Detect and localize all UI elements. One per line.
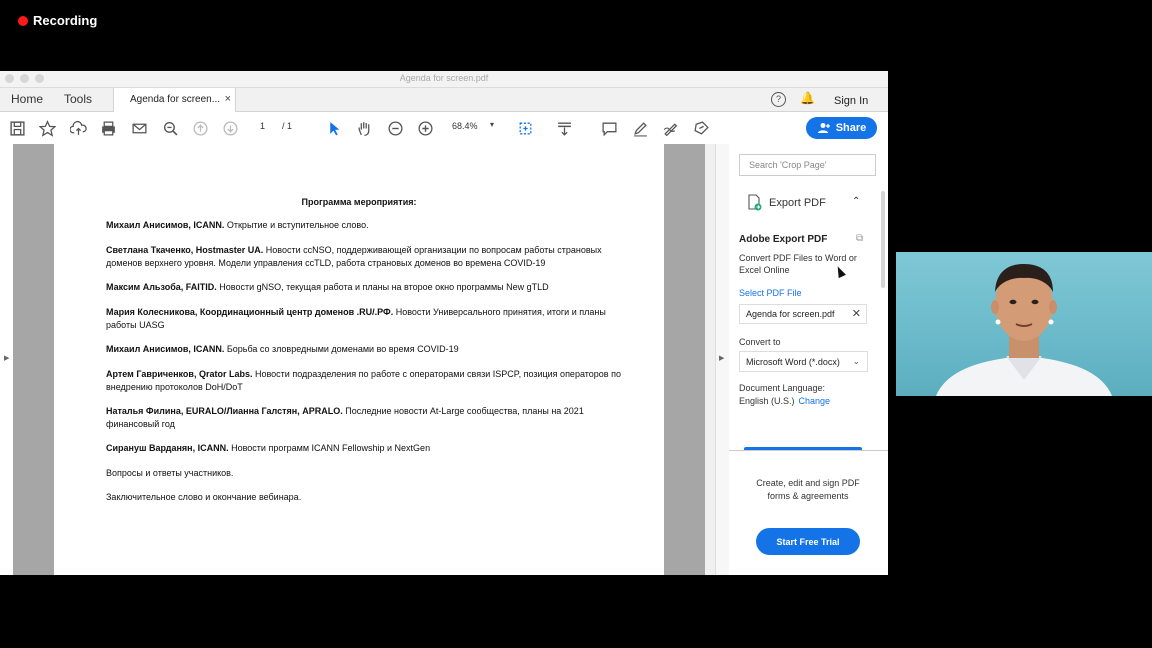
zoom-search-icon[interactable]: [161, 119, 179, 137]
tab-home[interactable]: Home: [11, 92, 43, 106]
collapse-right-arrow-icon[interactable]: ▶: [719, 354, 724, 362]
comment-icon[interactable]: [600, 119, 618, 137]
right-panel-toggle[interactable]: ▶: [715, 144, 730, 575]
tools-search-input[interactable]: Search 'Crop Page': [739, 154, 876, 176]
left-panel-toggle[interactable]: ▶: [0, 144, 14, 575]
scroll-mode-icon[interactable]: [555, 119, 573, 137]
upload-cloud-icon[interactable]: [69, 119, 87, 137]
email-icon[interactable]: [130, 119, 148, 137]
recording-indicator: Recording: [18, 13, 97, 28]
add-person-icon: [817, 123, 830, 133]
agenda-item: Заключительное слово и окончание вебинар…: [106, 492, 302, 502]
agenda-item: Сирануш Варданян, ICANN. Новости програм…: [106, 443, 431, 453]
share-button[interactable]: Share: [806, 117, 877, 139]
agenda-item: Михаил Анисимов, ICANN. Открытие и вступ…: [106, 220, 369, 230]
record-dot-icon: [18, 15, 28, 26]
tab-tools[interactable]: Tools: [64, 92, 92, 106]
document-scrollbar[interactable]: [705, 144, 715, 575]
zoom-out-icon[interactable]: [386, 119, 404, 137]
agenda-item: Артем Гавриченков, Qrator Labs. Новости …: [106, 369, 621, 392]
next-page-icon[interactable]: [221, 119, 239, 137]
document-language-value: English (U.S.): [739, 396, 795, 406]
window-title: Agenda for screen.pdf: [399, 73, 489, 83]
previous-page-icon[interactable]: [191, 119, 209, 137]
share-label: Share: [835, 122, 867, 134]
change-language-link[interactable]: Change: [799, 396, 831, 406]
export-pdf-label: Export PDF: [769, 197, 826, 209]
convert-format-value: Microsoft Word (*.docx): [746, 357, 840, 367]
tab-document[interactable]: Agenda for screen... ×: [113, 88, 236, 112]
sign-in-link[interactable]: Sign In: [834, 95, 868, 107]
fill-sign-icon[interactable]: [692, 119, 710, 137]
acrobat-window: Agenda for screen.pdf Home Tools Agenda …: [0, 71, 888, 575]
export-settings-icon[interactable]: ⧉: [856, 233, 863, 244]
document-title: Программа мероприятия:: [301, 197, 417, 207]
zoom-in-icon[interactable]: [416, 119, 434, 137]
agenda-item: Мария Колесникова, Координационный центр…: [106, 307, 606, 330]
promo-panel: Create, edit and sign PDF forms & agreem…: [729, 450, 888, 575]
sign-pen-icon[interactable]: [661, 119, 679, 137]
document-language-row: English (U.S.) Change: [739, 396, 830, 406]
tab-document-label: Agenda for screen...: [130, 94, 221, 105]
bookmark-star-icon[interactable]: [38, 119, 56, 137]
fit-page-icon[interactable]: [516, 119, 534, 137]
agenda-item: Максим Альзоба, FAITID. Новости gNSO, те…: [106, 282, 549, 292]
select-cursor-icon[interactable]: [325, 119, 343, 137]
content-area: ▶ Программа мероприятия: Михаил Анисимов…: [0, 144, 888, 575]
chevron-down-icon: ⌄: [852, 356, 860, 366]
save-icon[interactable]: [8, 119, 26, 137]
page-number-input[interactable]: 1: [260, 121, 265, 131]
convert-to-label: Convert to: [739, 337, 781, 347]
selected-file-name: Agenda for screen.pdf: [746, 309, 835, 319]
agenda-item: Наталья Филина, EURALO/Лианна Галстян, A…: [106, 406, 584, 429]
tools-pane: Search 'Crop Page' Export PDF ⌃ Adobe Ex…: [729, 144, 888, 575]
adobe-export-title: Adobe Export PDF: [739, 234, 828, 245]
webcam-overlay: [896, 252, 1152, 396]
title-bar: Agenda for screen.pdf: [0, 71, 888, 88]
convert-format-select[interactable]: Microsoft Word (*.docx) ⌄: [739, 351, 868, 372]
page-total: / 1: [282, 121, 293, 131]
tab-bar: Home Tools Agenda for screen... × ? 🔔 Si…: [0, 88, 888, 112]
document-viewport[interactable]: Программа мероприятия: Михаил Анисимов, …: [13, 144, 705, 575]
notification-bell-icon[interactable]: 🔔: [800, 91, 815, 105]
select-pdf-file-link[interactable]: Select PDF File: [739, 288, 802, 298]
zoom-level-select[interactable]: 68.4%: [452, 121, 478, 131]
tools-pane-scrollbar[interactable]: [881, 191, 885, 288]
export-pdf-header[interactable]: Export PDF ⌃: [747, 194, 867, 214]
promo-text: Create, edit and sign PDF forms & agreem…: [756, 478, 860, 501]
start-free-trial-button[interactable]: Start Free Trial: [756, 528, 860, 555]
expand-left-arrow-icon[interactable]: ▶: [4, 354, 9, 362]
agenda-item: Светлана Ткаченко, Hostmaster UA. Новост…: [106, 245, 602, 268]
pdf-page: Программа мероприятия: Михаил Анисимов, …: [54, 144, 664, 575]
selected-file-field[interactable]: Agenda for screen.pdf ✕: [739, 304, 867, 324]
recording-label: Recording: [33, 13, 98, 28]
toolbar: 1 / 1 68.4% ▾ Share: [0, 112, 888, 145]
agenda-item: Михаил Анисимов, ICANN. Борьба со зловре…: [106, 344, 459, 354]
zoom-dropdown-arrow-icon[interactable]: ▾: [490, 120, 494, 129]
export-pdf-icon: [748, 194, 762, 211]
agenda-item: Вопросы и ответы участников.: [106, 468, 234, 478]
print-icon[interactable]: [99, 119, 117, 137]
close-tab-icon[interactable]: ×: [225, 93, 231, 105]
presenter-video: [936, 264, 1112, 396]
hand-tool-icon[interactable]: [355, 119, 373, 137]
highlight-pen-icon[interactable]: [631, 119, 649, 137]
chevron-up-icon[interactable]: ⌃: [852, 196, 860, 207]
remove-file-icon[interactable]: ✕: [852, 307, 861, 320]
document-language-label: Document Language:: [739, 383, 826, 393]
help-icon[interactable]: ?: [771, 92, 786, 107]
